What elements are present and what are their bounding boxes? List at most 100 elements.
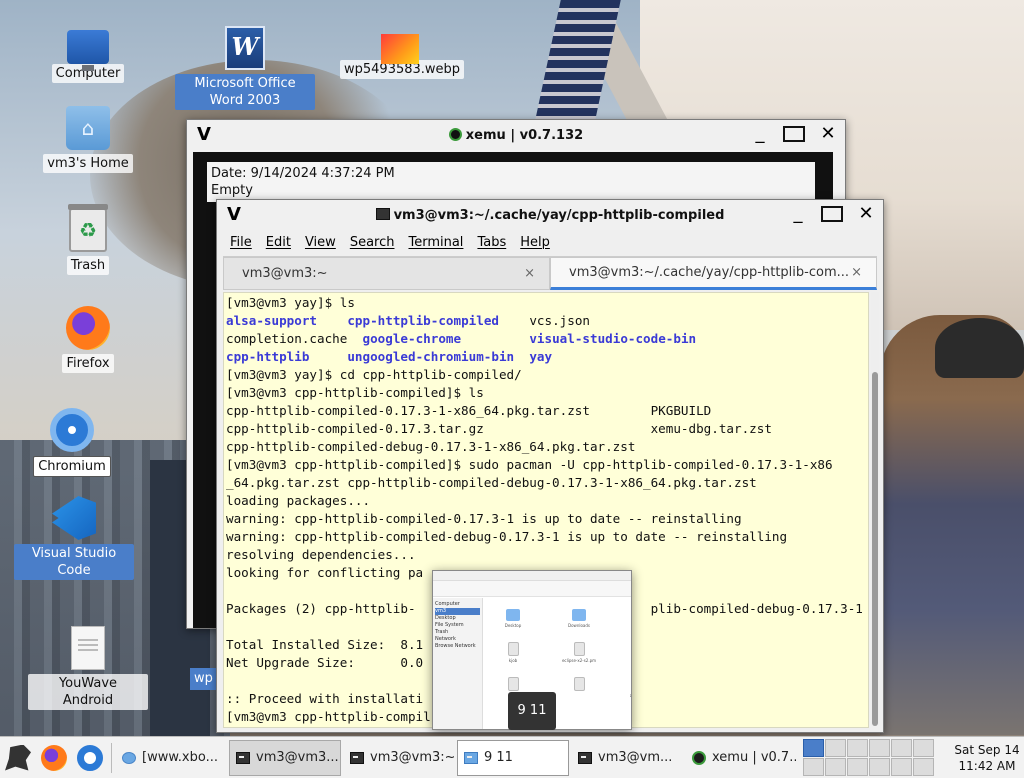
close-icon[interactable]: ✕ — [817, 123, 839, 148]
desktop-icon-label: Chromium — [33, 456, 111, 477]
clock-day: Sat Sep 14 — [954, 742, 1020, 757]
chromium-icon — [77, 744, 103, 771]
terminal-line: cpp-httplib-compiled-0.17.3.tar.gz xemu-… — [226, 421, 772, 436]
preview-file-item[interactable]: eclipse-x2-s2.pm — [557, 642, 601, 663]
scrollbar-thumb[interactable] — [872, 372, 878, 726]
task-label: vm3@vm3:~ — [370, 750, 455, 765]
taskbar-task-3[interactable]: vm3@vm3:~ — [343, 740, 455, 776]
tab-label: vm3@vm3:~ — [242, 266, 328, 281]
xemu-status: Empty — [211, 183, 253, 198]
task-list: [www.xbo... vm3@vm3... vm3@vm3:~ 9 11 vm3@vm… — [115, 739, 797, 776]
preview-file-item[interactable]: kjob — [491, 642, 535, 663]
desktop-icon-webp[interactable]: wp5493583.webp — [340, 26, 465, 79]
desktop-icon-firefox[interactable]: Firefox — [28, 306, 148, 373]
preview-sidebar-item[interactable]: Computer — [435, 601, 480, 608]
menu-file[interactable]: File — [230, 235, 252, 256]
workspace-cell[interactable] — [847, 739, 868, 757]
maximize-icon[interactable] — [821, 203, 843, 228]
desktop-icon-trash[interactable]: Trash — [28, 204, 148, 275]
close-icon[interactable]: ✕ — [855, 203, 877, 228]
workspace-cell[interactable] — [891, 758, 912, 776]
xemu-title-text: xemu | v0.7.132 — [465, 127, 584, 143]
workspace-switcher[interactable] — [803, 739, 934, 776]
terminal-icon — [350, 751, 364, 764]
menu-tabs[interactable]: Tabs — [477, 235, 506, 256]
terminal-line: _64.pkg.tar.zst cpp-httplib-compiled-deb… — [226, 475, 757, 490]
terminal-scrollbar[interactable] — [871, 292, 879, 726]
preview-sidebar-item[interactable]: Trash — [435, 629, 480, 636]
preview-sidebar-item[interactable]: Network — [435, 636, 480, 643]
task-label: 9 11 — [484, 750, 513, 765]
terminal-line: completion.cache google-chrome visual-st… — [226, 331, 697, 346]
preview-file-item[interactable]: image_10.jpg — [623, 642, 631, 663]
tab-home[interactable]: vm3@vm3:~ × — [223, 257, 550, 290]
preview-file-label: alsm_link-scroll — [629, 693, 632, 698]
workspace-cell[interactable] — [847, 758, 868, 776]
workspace-cell[interactable] — [825, 739, 846, 757]
workspace-cell[interactable] — [891, 739, 912, 757]
desktop-icon-chromium[interactable]: Chromium — [12, 408, 132, 477]
workspace-cell[interactable] — [869, 758, 890, 776]
preview-file-label: eclipse-x2-s2.pm — [561, 658, 597, 663]
desktop-icon-word[interactable]: Microsoft Office Word 2003 — [174, 26, 316, 110]
preview-sidebar-item[interactable]: Desktop — [435, 615, 480, 622]
preview-file-item[interactable]: Desktop — [491, 609, 535, 628]
tab-cpp-httplib[interactable]: vm3@vm3:~/.cache/yay/cpp-httplib-com... … — [550, 257, 877, 290]
clock[interactable]: Sat Sep 14 11:42 AM — [954, 742, 1024, 774]
wallpaper-helmet — [935, 318, 1024, 378]
workspace-cell[interactable] — [913, 739, 934, 757]
workspace-cell[interactable] — [913, 758, 934, 776]
launch-firefox-button[interactable] — [36, 740, 72, 776]
menu-terminal[interactable]: Terminal — [408, 235, 463, 256]
terminal-titlebar[interactable]: V vm3@vm3:~/.cache/yay/cpp-httplib-compi… — [217, 200, 883, 230]
firefox-icon — [41, 744, 67, 771]
window-controls: _ ✕ — [787, 203, 877, 228]
taskbar-task-2[interactable]: vm3@vm3... — [229, 739, 341, 776]
desktop-icon-computer[interactable]: Computer — [28, 26, 148, 83]
taskbar-separator — [111, 742, 112, 773]
workspace-cell[interactable] — [803, 758, 824, 776]
taskbar-task-4[interactable]: 9 11 — [457, 739, 569, 776]
preview-sidebar-item[interactable]: Browse Network — [435, 643, 480, 650]
preview-file-grid: Desktop Downloads Dprac-cabls kjob eclipse-x… — [491, 609, 632, 698]
preview-file-item[interactable]: alsm_link-scroll — [623, 677, 632, 698]
terminal-line: warning: cpp-httplib-compiled-0.17.3-1 i… — [226, 511, 742, 526]
launcher-menu-button[interactable] — [0, 740, 36, 776]
desktop-icon-vscode[interactable]: Visual Studio Code — [14, 496, 134, 580]
preview-sidebar-item[interactable]: vm3 — [435, 608, 480, 615]
file-icon — [507, 677, 519, 691]
minimize-icon[interactable]: _ — [787, 203, 809, 228]
preview-sidebar-item[interactable]: File System — [435, 622, 480, 629]
workspace-cell[interactable] — [825, 758, 846, 776]
menu-edit[interactable]: Edit — [266, 235, 291, 256]
taskbar-task-5[interactable]: vm3@vm... — [571, 740, 683, 776]
launch-chromium-button[interactable] — [72, 740, 108, 776]
menu-view[interactable]: View — [305, 235, 336, 256]
maximize-icon[interactable] — [783, 123, 805, 148]
menu-search[interactable]: Search — [350, 235, 395, 256]
menu-help[interactable]: Help — [520, 235, 550, 256]
taskbar-task-1[interactable]: [www.xbo... — [115, 740, 227, 776]
close-tab-icon[interactable]: × — [524, 266, 535, 281]
terminal-icon — [236, 751, 250, 764]
terminal-line: alsa-support cpp-httplib-compiled vcs.js… — [226, 313, 591, 328]
workspace-cell[interactable] — [869, 739, 890, 757]
tab-label: vm3@vm3:~/.cache/yay/cpp-httplib-com... — [569, 265, 850, 280]
workspace-cell[interactable] — [803, 739, 824, 757]
preview-file-label: Downloads — [568, 623, 590, 628]
preview-file-item[interactable]: Dprac-cabls — [623, 609, 631, 628]
vscode-icon — [52, 496, 96, 540]
file-icon — [573, 677, 585, 691]
preview-sidebar: Computer vm3 Desktop File System Trash Networ… — [433, 598, 483, 729]
terminal-icon — [375, 207, 390, 220]
minimize-icon[interactable]: _ — [749, 123, 771, 148]
desktop-icon-youwave[interactable]: YouWave Android — [28, 626, 148, 710]
desktop-icon-home[interactable]: vm3's Home — [28, 106, 148, 173]
taskbar-task-6[interactable]: xemu | v0.7... — [685, 740, 797, 776]
preview-file-item[interactable] — [557, 677, 601, 698]
preview-file-item[interactable]: Downloads — [557, 609, 601, 628]
terminal-line: cpp-httplib ungoogled-chromium-bin yay — [226, 349, 553, 364]
xemu-titlebar[interactable]: V xemu | v0.7.132 _ ✕ — [187, 120, 845, 150]
terminal-line: resolving dependencies... — [226, 547, 416, 562]
close-tab-icon[interactable]: × — [851, 265, 862, 280]
